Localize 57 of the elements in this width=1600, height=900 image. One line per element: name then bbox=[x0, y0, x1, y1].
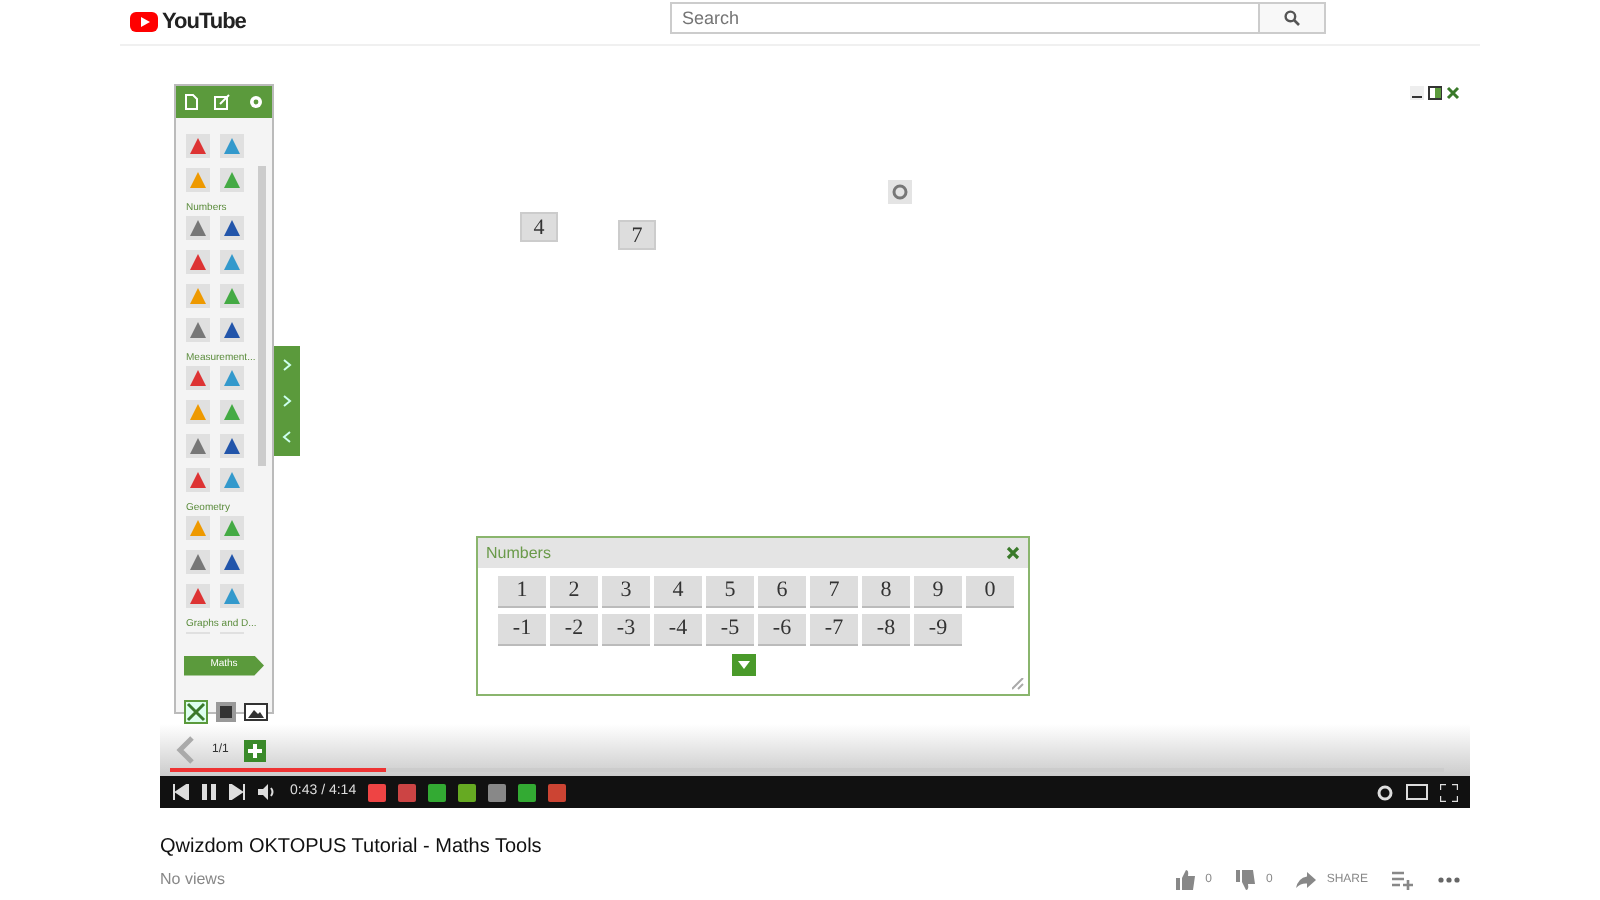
number-key[interactable]: -3 bbox=[602, 614, 650, 646]
number-card[interactable]: 4 bbox=[520, 212, 558, 242]
add-page-icon[interactable] bbox=[244, 739, 267, 761]
number-key[interactable]: 5 bbox=[706, 576, 754, 608]
theater-icon[interactable] bbox=[1406, 784, 1428, 800]
search-field[interactable]: Search bbox=[670, 2, 1260, 34]
settings-icon[interactable] bbox=[1376, 783, 1394, 801]
side-tab[interactable] bbox=[274, 346, 300, 456]
number-key[interactable]: 4 bbox=[654, 576, 702, 608]
video-title: Qwizdom OKTOPUS Tutorial - Maths Tools bbox=[160, 834, 544, 862]
number-key[interactable]: -9 bbox=[914, 614, 962, 646]
image-icon[interactable] bbox=[244, 700, 268, 724]
play-logo-icon bbox=[130, 12, 158, 33]
minimize-icon[interactable] bbox=[1410, 86, 1424, 100]
volume-icon[interactable] bbox=[258, 784, 278, 800]
search-button[interactable] bbox=[1260, 2, 1326, 34]
logo-text: YouTube bbox=[162, 8, 246, 38]
number-key[interactable]: 7 bbox=[810, 576, 858, 608]
resize-grip-icon bbox=[1012, 678, 1024, 690]
thumbs-up-icon bbox=[1175, 870, 1198, 890]
number-key[interactable]: 3 bbox=[602, 576, 650, 608]
close-icon[interactable] bbox=[1446, 86, 1460, 100]
pause-icon[interactable] bbox=[202, 784, 216, 800]
fullscreen-icon[interactable] bbox=[1440, 783, 1458, 801]
panel-icon[interactable] bbox=[1428, 86, 1442, 100]
search-icon bbox=[1284, 10, 1300, 26]
document-icon[interactable] bbox=[184, 94, 199, 110]
thumbs-down-icon bbox=[1235, 870, 1258, 890]
number-key[interactable]: -6 bbox=[758, 614, 806, 646]
number-key[interactable]: -2 bbox=[550, 614, 598, 646]
number-key[interactable]: -8 bbox=[862, 614, 910, 646]
chevron-icon bbox=[280, 430, 294, 445]
add-button[interactable] bbox=[1392, 870, 1414, 890]
edit-icon[interactable] bbox=[214, 94, 231, 110]
tools-icon[interactable] bbox=[184, 700, 208, 724]
number-key[interactable]: 6 bbox=[758, 576, 806, 608]
dropdown-icon[interactable] bbox=[732, 654, 756, 676]
number-key[interactable]: -7 bbox=[810, 614, 858, 646]
chevron-icon bbox=[280, 357, 294, 372]
next-icon[interactable] bbox=[228, 784, 246, 800]
chevron-icon bbox=[280, 393, 294, 408]
layers-icon[interactable] bbox=[214, 700, 238, 724]
number-key[interactable]: -1 bbox=[498, 614, 546, 646]
share-arrow-icon bbox=[1296, 870, 1319, 890]
previous-icon[interactable] bbox=[172, 784, 190, 800]
number-card[interactable]: 7 bbox=[618, 220, 656, 250]
number-key[interactable]: -4 bbox=[654, 614, 702, 646]
number-key[interactable]: 2 bbox=[550, 576, 598, 608]
number-key[interactable]: -5 bbox=[706, 614, 754, 646]
number-key[interactable]: 0 bbox=[966, 576, 1014, 608]
panel-title: Numbers bbox=[486, 541, 551, 565]
number-key[interactable]: 8 bbox=[862, 576, 910, 608]
close-icon[interactable] bbox=[1006, 546, 1020, 560]
number-key[interactable]: 1 bbox=[498, 576, 546, 608]
number-key[interactable]: 9 bbox=[914, 576, 962, 608]
add-to-playlist-icon bbox=[1392, 870, 1414, 890]
view-count: No views bbox=[160, 868, 225, 892]
